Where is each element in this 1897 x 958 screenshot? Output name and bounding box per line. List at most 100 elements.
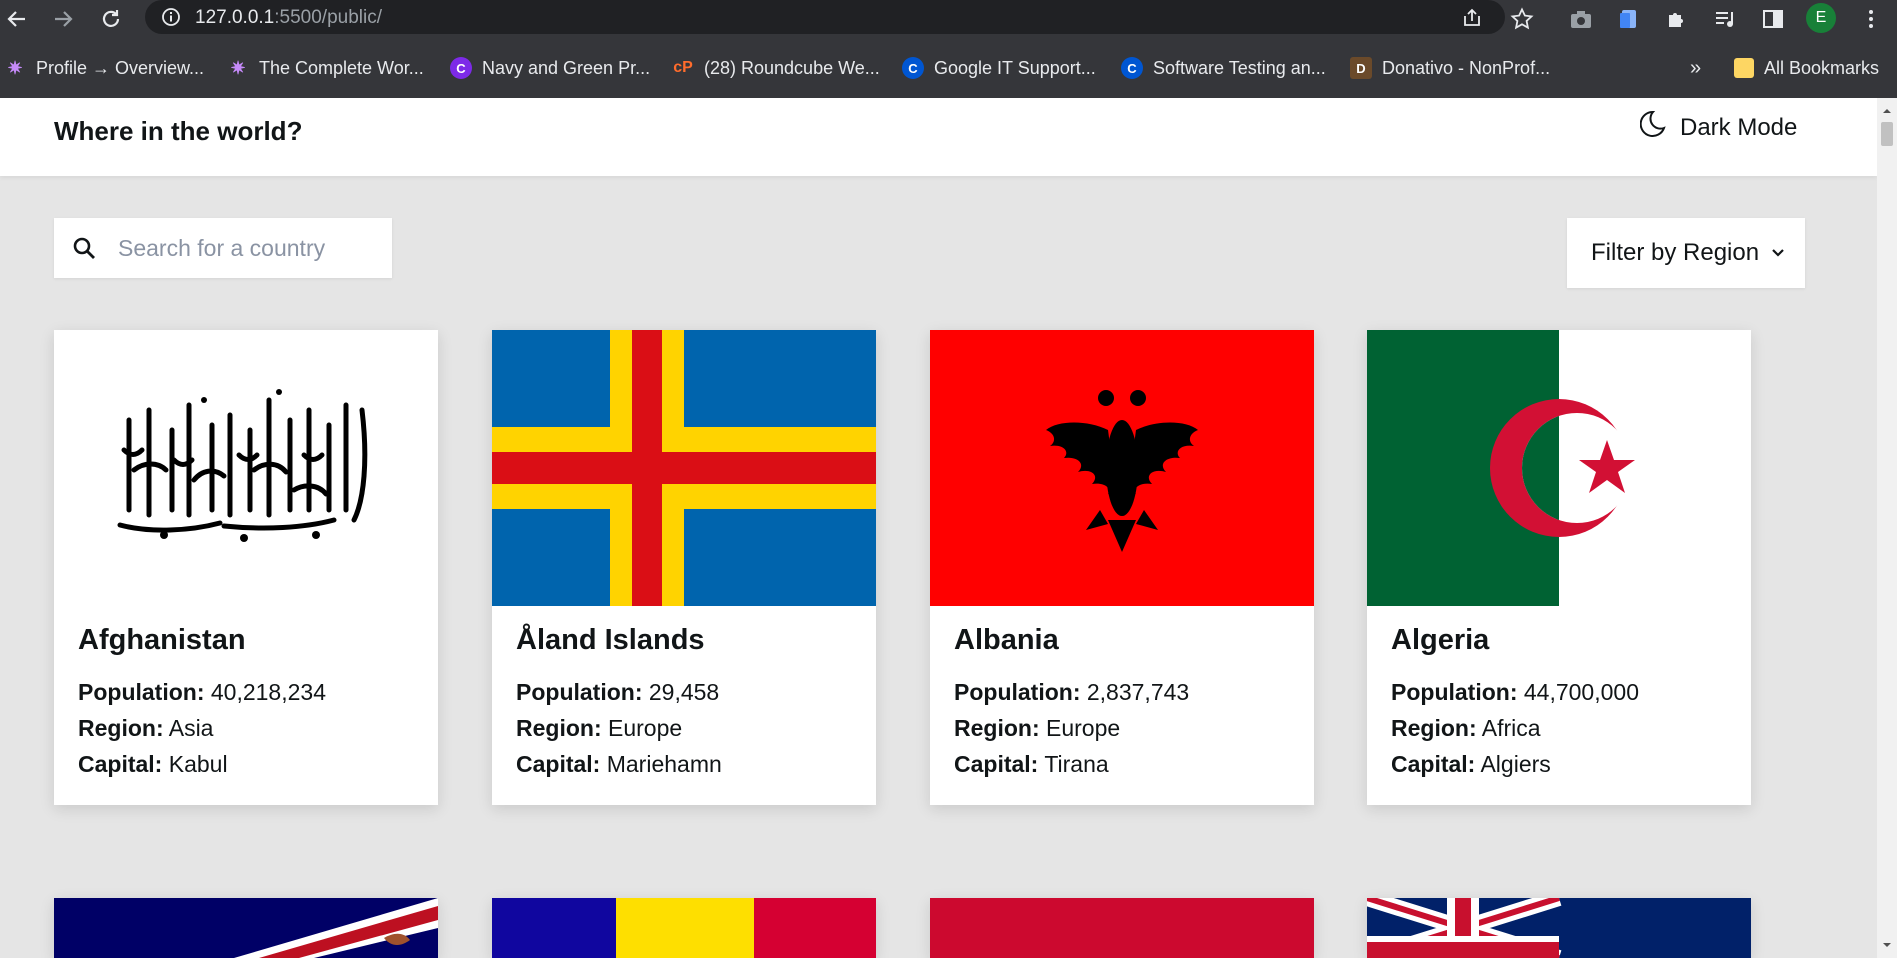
- population-value: 29,458: [648, 679, 720, 705]
- capital-value: Algiers: [1480, 751, 1551, 777]
- bookmark-label: Donativo - NonProf...: [1382, 57, 1551, 78]
- region-label: Region:: [954, 715, 1040, 741]
- forward-icon[interactable]: [48, 4, 78, 34]
- bookmark-item[interactable]: ✷ Profile → Overview...: [4, 56, 204, 80]
- bookmark-star-icon[interactable]: [1507, 4, 1537, 34]
- camera-icon[interactable]: [1566, 4, 1596, 34]
- site-header: Where in the world? Dark Mode: [0, 98, 1877, 176]
- star-favicon-icon: ✷: [7, 57, 23, 78]
- country-card[interactable]: Albania Population: 2,837,743 Region: Eu…: [930, 330, 1314, 805]
- anguilla-flag-icon: [1367, 898, 1751, 958]
- population-value: 44,700,000: [1523, 679, 1639, 705]
- region-label: Region:: [1391, 715, 1477, 741]
- search-box[interactable]: [54, 218, 392, 278]
- population-label: Population:: [954, 679, 1081, 705]
- country-card[interactable]: Algeria Population: 44,700,000 Region: A…: [1367, 330, 1751, 805]
- bookmark-item[interactable]: ✷ The Complete Wor...: [227, 56, 424, 80]
- bookmark-item[interactable]: D Donativo - NonProf...: [1350, 56, 1550, 80]
- canva-favicon-icon: C: [450, 57, 472, 79]
- scroll-down-arrow-icon[interactable]: [1877, 938, 1897, 952]
- scroll-up-arrow-icon[interactable]: [1877, 104, 1897, 118]
- region-value: Europe: [1046, 715, 1121, 741]
- capital-value: Tirana: [1044, 751, 1109, 777]
- american-samoa-flag-icon: [54, 898, 438, 958]
- population-label: Population:: [78, 679, 205, 705]
- country-card[interactable]: [930, 898, 1314, 958]
- donativo-favicon-icon: D: [1350, 57, 1372, 79]
- capital-label: Capital:: [1391, 751, 1476, 777]
- dark-mode-toggle[interactable]: Dark Mode: [1639, 110, 1797, 145]
- coursera-favicon-icon: C: [1121, 57, 1143, 79]
- page-scrollbar[interactable]: [1877, 98, 1897, 958]
- page-viewport: Where in the world? Dark Mode Filter by …: [0, 98, 1877, 958]
- country-name: Åland Islands: [516, 624, 705, 656]
- afghanistan-flag-icon: [54, 330, 438, 606]
- capital-label: Capital:: [78, 751, 163, 777]
- docs-extension-icon[interactable]: [1614, 4, 1644, 34]
- aland-flag-icon: [492, 330, 876, 606]
- bookmark-label: (28) Roundcube We...: [704, 57, 880, 78]
- country-card[interactable]: Afghanistan Population: 40,218,234 Regio…: [54, 330, 438, 805]
- population-label: Population:: [1391, 679, 1518, 705]
- bookmark-label: Navy and Green Pr...: [482, 57, 651, 78]
- search-input[interactable]: [116, 233, 390, 263]
- country-card[interactable]: Åland Islands Population: 29,458 Region:…: [492, 330, 876, 805]
- bookmark-item[interactable]: cP (28) Roundcube We...: [672, 56, 880, 80]
- moon-icon: [1639, 110, 1666, 145]
- bookmark-label: Google IT Support...: [934, 57, 1096, 78]
- bookmark-item[interactable]: C Google IT Support...: [902, 56, 1096, 80]
- bookmarks-overflow-button[interactable]: »: [1690, 56, 1701, 80]
- site-info-icon[interactable]: [161, 7, 181, 31]
- extensions-puzzle-icon[interactable]: [1662, 4, 1692, 34]
- url-text: 127.0.0.1:5500/public/: [195, 7, 382, 29]
- folder-icon: [1734, 58, 1754, 78]
- filter-label: Filter by Region: [1591, 239, 1760, 266]
- media-queue-icon[interactable]: [1710, 4, 1740, 34]
- bookmark-label: The Complete Wor...: [259, 57, 424, 78]
- region-line: Region: Asia: [78, 715, 414, 742]
- card-body: Åland Islands Population: 29,458 Region:…: [492, 606, 876, 805]
- url-host: 127.0.0.1: [195, 7, 275, 28]
- capital-line: Capital: Tirana: [954, 751, 1290, 778]
- address-bar[interactable]: 127.0.0.1:5500/public/: [145, 0, 1505, 34]
- population-line: Population: 2,837,743: [954, 679, 1290, 706]
- country-card[interactable]: [1367, 898, 1751, 958]
- bookmarks-bar: ✷ Profile → Overview... ✷ The Complete W…: [0, 38, 1897, 99]
- site-title: Where in the world?: [54, 116, 303, 146]
- profile-avatar[interactable]: E: [1806, 3, 1836, 33]
- capital-label: Capital:: [516, 751, 601, 777]
- bookmark-item[interactable]: C Navy and Green Pr...: [450, 56, 650, 80]
- country-name: Afghanistan: [78, 624, 246, 656]
- population-line: Population: 29,458: [516, 679, 852, 706]
- region-label: Region:: [516, 715, 602, 741]
- card-body: Albania Population: 2,837,743 Region: Eu…: [930, 606, 1314, 805]
- angola-flag-icon: [930, 898, 1314, 958]
- andorra-flag-icon: [492, 898, 876, 958]
- chevron-down-icon: [1771, 248, 1785, 258]
- reload-icon[interactable]: [96, 4, 126, 34]
- bookmark-label: Software Testing an...: [1153, 57, 1326, 78]
- all-bookmarks-label: All Bookmarks: [1764, 57, 1880, 78]
- capital-value: Mariehamn: [606, 751, 722, 777]
- region-value: Asia: [168, 715, 214, 741]
- card-body: Afghanistan Population: 40,218,234 Regio…: [54, 606, 438, 805]
- capital-line: Capital: Kabul: [78, 751, 414, 778]
- url-path: :5500/public/: [274, 7, 382, 28]
- scroll-thumb[interactable]: [1881, 122, 1893, 146]
- capital-line: Capital: Mariehamn: [516, 751, 852, 778]
- share-icon[interactable]: [1461, 7, 1483, 33]
- bookmark-item[interactable]: C Software Testing an...: [1121, 56, 1326, 80]
- side-panel-icon[interactable]: [1758, 4, 1788, 34]
- region-filter-dropdown[interactable]: Filter by Region: [1567, 218, 1805, 288]
- cpanel-favicon-icon: cP: [673, 59, 693, 76]
- more-menu-icon[interactable]: [1856, 4, 1886, 34]
- region-line: Region: Africa: [1391, 715, 1727, 742]
- country-card[interactable]: [492, 898, 876, 958]
- population-label: Population:: [516, 679, 643, 705]
- region-line: Region: Europe: [954, 715, 1290, 742]
- back-icon[interactable]: [2, 4, 32, 34]
- region-value: Europe: [608, 715, 683, 741]
- population-line: Population: 40,218,234: [78, 679, 414, 706]
- all-bookmarks-folder[interactable]: All Bookmarks: [1734, 56, 1879, 80]
- country-card[interactable]: [54, 898, 438, 958]
